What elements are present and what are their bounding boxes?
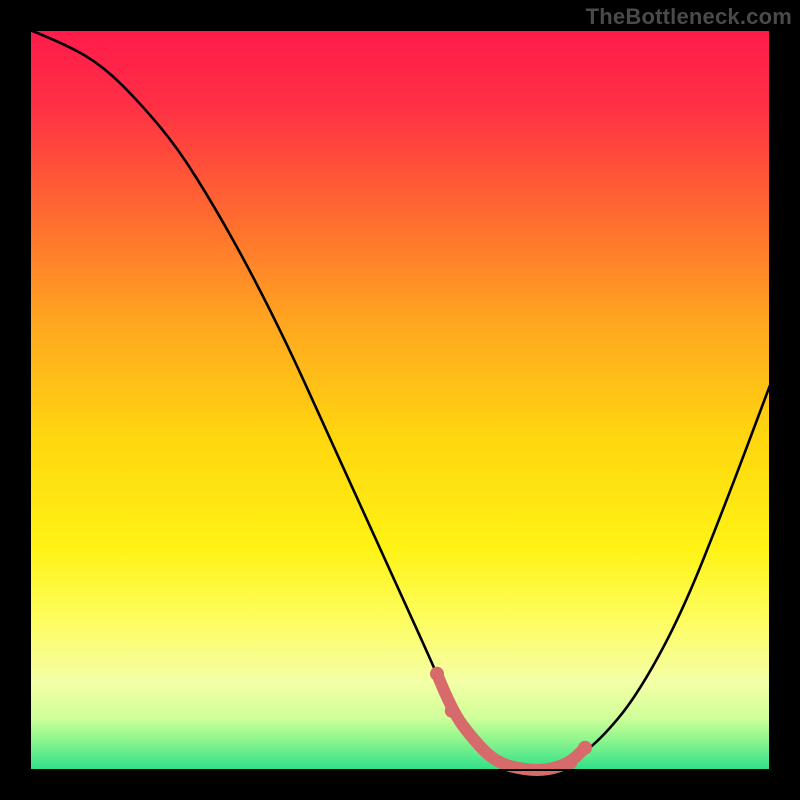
highlight-dot <box>563 756 577 770</box>
chart-stage: TheBottleneck.com <box>0 0 800 800</box>
watermark-text: TheBottleneck.com <box>586 4 792 30</box>
highlight-dot <box>578 741 592 755</box>
bottleneck-chart <box>0 0 800 800</box>
highlight-dot <box>445 704 459 718</box>
highlight-dot <box>430 667 444 681</box>
plot-background <box>30 30 770 770</box>
